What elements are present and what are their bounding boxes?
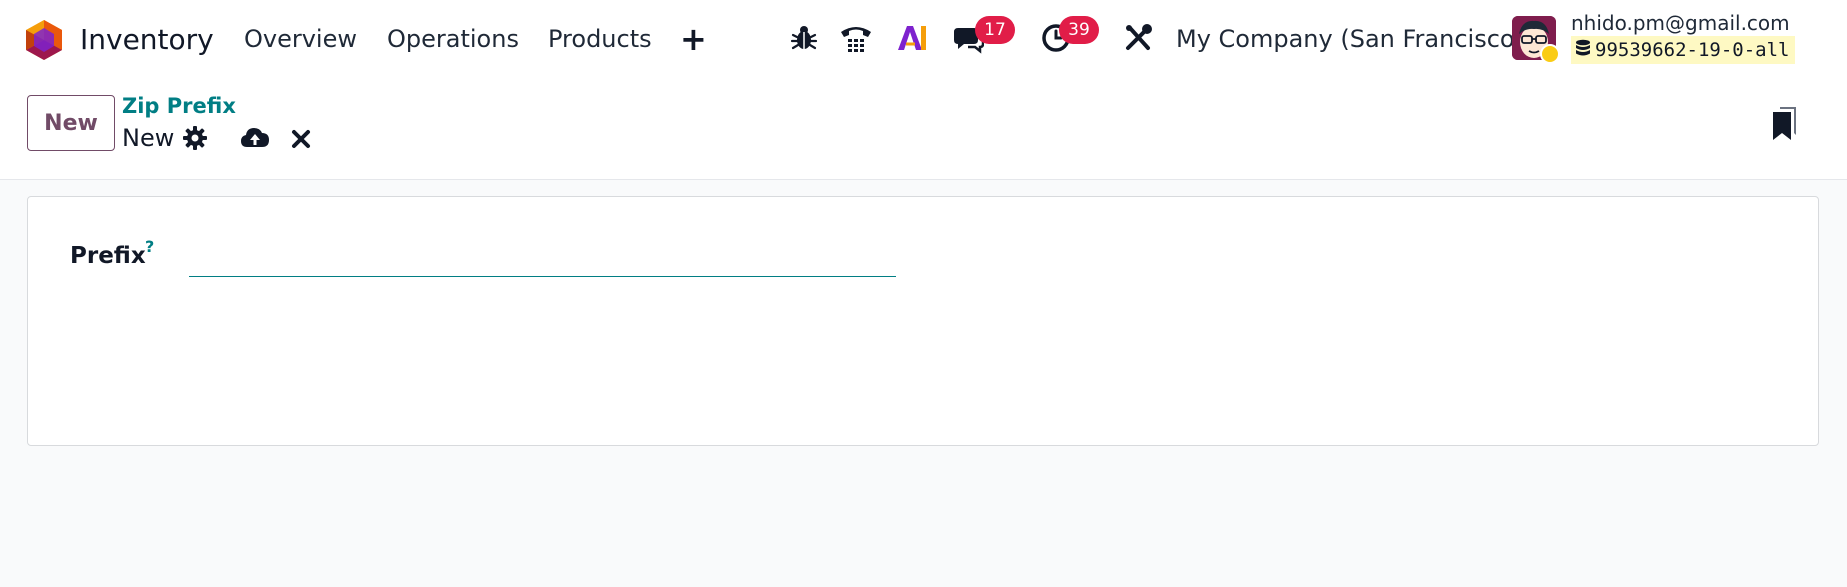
tools-icon[interactable] (1122, 22, 1154, 54)
phone-icon[interactable] (839, 22, 873, 54)
gear-icon[interactable] (182, 124, 208, 152)
ai-icon[interactable] (896, 22, 928, 54)
user-email[interactable]: nhido.pm@gmail.com (1571, 11, 1790, 35)
prefix-label: Prefix (70, 243, 146, 269)
close-icon[interactable] (290, 124, 312, 152)
app-brand[interactable]: Inventory (26, 20, 214, 64)
prefix-input[interactable] (189, 241, 896, 277)
new-menu-plus-button[interactable]: + (680, 20, 707, 58)
main-navbar: Inventory Overview Operations Products +… (0, 0, 1847, 80)
user-status-indicator (1540, 44, 1560, 64)
form-sheet: Prefix ? (27, 196, 1819, 446)
cloud-upload-icon[interactable] (240, 124, 270, 152)
menu-operations[interactable]: Operations (387, 25, 519, 53)
company-switcher[interactable]: My Company (San Francisco) (1176, 25, 1524, 53)
bug-icon[interactable] (788, 22, 820, 54)
menu-products[interactable]: Products (548, 25, 652, 53)
record-title: New (122, 124, 175, 152)
prefix-help-tooltip[interactable]: ? (145, 237, 154, 256)
messages-badge: 17 (975, 16, 1015, 44)
menu-overview[interactable]: Overview (244, 25, 357, 53)
breadcrumb-zip-prefix[interactable]: Zip Prefix (122, 94, 236, 118)
app-name: Inventory (80, 23, 214, 56)
control-panel: New Zip Prefix New (0, 80, 1847, 180)
app-logo-icon (26, 20, 62, 64)
database-chip: 99539662-19-0-all (1571, 36, 1796, 64)
database-name: 99539662-19-0-all (1595, 39, 1790, 61)
database-icon (1575, 39, 1591, 62)
new-button[interactable]: New (27, 95, 115, 151)
activities-badge: 39 (1059, 16, 1099, 44)
bookmark-icon[interactable] (1770, 106, 1798, 142)
